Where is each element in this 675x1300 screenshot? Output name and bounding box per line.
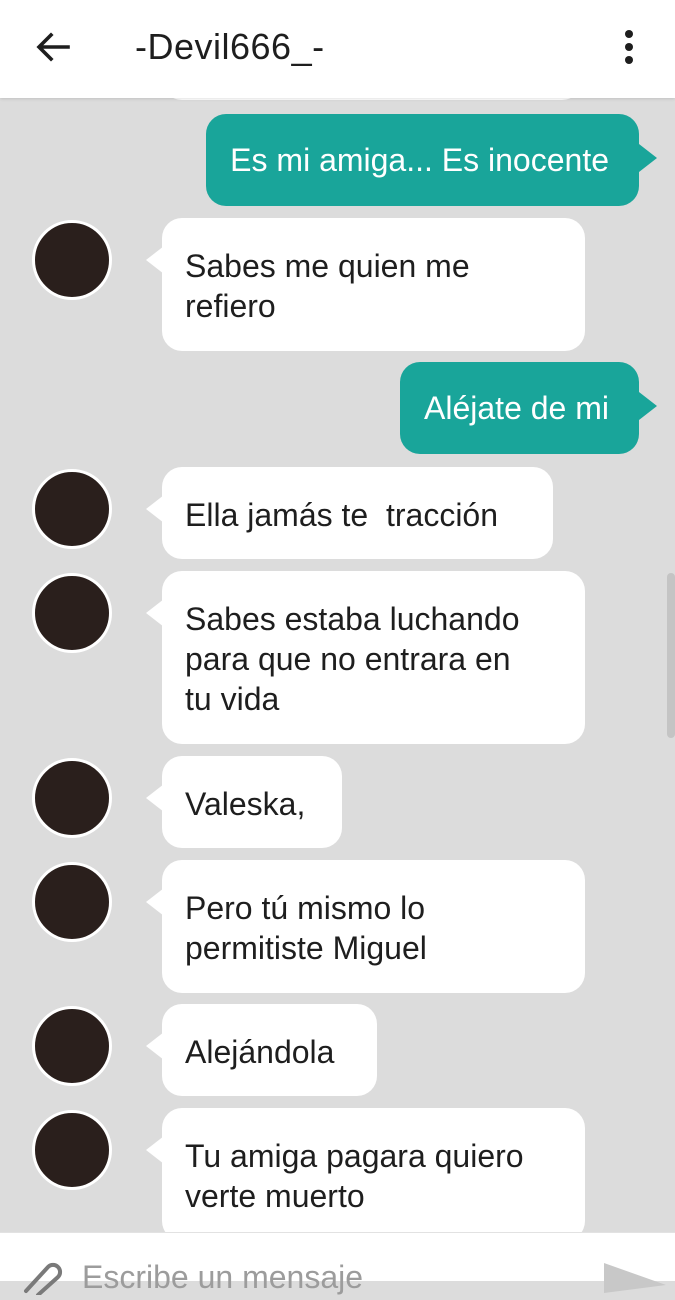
send-button[interactable] [600,1253,670,1293]
more-options-button[interactable] [606,24,652,70]
message-text: Aléjate de mi [424,390,609,426]
scrollbar-thumb[interactable] [667,573,675,738]
previous-message-bubble [162,98,582,100]
message-input[interactable] [82,1257,552,1297]
message-text: Valeska, [185,786,306,822]
message-text: Ella jamás te tracción [185,497,499,533]
outgoing-message-bubble[interactable]: Aléjate de mi [400,362,657,454]
chat-title: -Devil666_- [135,26,325,67]
avatar[interactable] [32,1006,112,1086]
paperclip-icon [24,1262,63,1297]
message-line: refiero [185,288,276,324]
message-line: para que no entrara en [185,641,511,677]
incoming-message-bubble[interactable]: Tu amiga pagara quiero verte muerto [146,1108,585,1232]
message-composer [0,1232,675,1297]
send-icon [604,1263,666,1293]
message-line: tu vida [185,681,280,717]
message-text: Es mi amiga... Es inocente [230,142,609,178]
message-list[interactable]: Es mi amiga... Es inocente Sabes me quie… [0,98,675,1232]
incoming-message-bubble[interactable]: Pero tú mismo lo permitiste Miguel [146,860,585,993]
message-line: verte muerto [185,1178,365,1214]
message-line: Tu amiga pagara quiero [185,1138,524,1174]
incoming-message-bubble[interactable]: Alejándola [146,1004,377,1096]
avatar[interactable] [32,758,112,838]
incoming-message-bubble[interactable]: Ella jamás te tracción [146,467,553,559]
back-button[interactable] [30,24,76,70]
outgoing-message-bubble[interactable]: Es mi amiga... Es inocente [206,114,657,206]
attach-button[interactable] [18,1255,66,1297]
incoming-message-bubble[interactable]: Sabes estaba luchando para que no entrar… [146,571,585,744]
message-line: Pero tú mismo lo [185,890,426,926]
app-header: -Devil666_- [0,0,675,98]
message-line: permitiste Miguel [185,930,427,966]
incoming-message-bubble[interactable]: Valeska, [146,756,342,848]
more-vertical-icon [625,30,633,64]
avatar[interactable] [32,469,112,549]
incoming-message-bubble[interactable]: Sabes me quien me refiero [146,218,585,351]
arrow-left-icon [36,32,70,62]
avatar[interactable] [32,220,112,300]
message-line: Sabes estaba luchando [185,601,520,637]
message-line: Sabes me quien me [185,248,470,284]
avatar[interactable] [32,862,112,942]
avatar[interactable] [32,1110,112,1190]
avatar[interactable] [32,573,112,653]
message-text: Alejándola [185,1034,335,1070]
